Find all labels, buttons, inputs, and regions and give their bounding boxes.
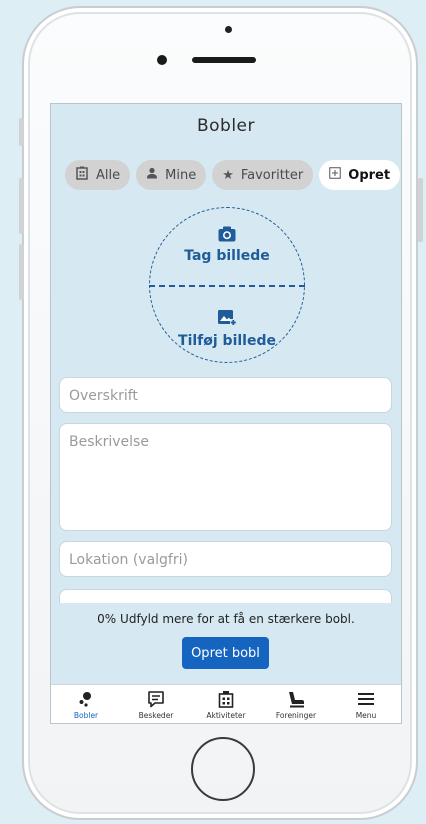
nav-label: Beskeder — [138, 711, 174, 720]
filter-tabs: Alle Mine ★ Favoritter Opret — [65, 160, 401, 190]
page-title: Bobler — [196, 116, 256, 136]
location-input[interactable]: Lokation (valgfri) — [59, 541, 392, 577]
nav-beskeder[interactable]: Beskeder — [121, 685, 191, 723]
power-button — [418, 178, 423, 242]
person-icon — [146, 167, 158, 183]
photo-divider — [149, 285, 305, 287]
progress-message: 0% Udfyld mere for at få en stærkere bob… — [51, 612, 401, 626]
take-photo-button[interactable]: Tag billede — [149, 226, 305, 264]
tab-favoritter[interactable]: ★ Favoritter — [212, 160, 314, 190]
front-sensor — [225, 26, 232, 33]
nav-bobler[interactable]: Bobler — [51, 685, 121, 723]
add-photo-label: Tilføj billede — [178, 333, 276, 349]
nav-label: Bobler — [73, 711, 99, 720]
nav-aktiviteter[interactable]: Aktiviteter — [191, 685, 261, 723]
volume-up-button — [19, 178, 24, 234]
progress-value: 0% — [97, 612, 117, 626]
building-icon — [75, 166, 89, 184]
take-photo-label: Tag billede — [184, 248, 270, 264]
bottom-navigation: Bobler Beskeder Aktiviteter Foreninger M… — [51, 684, 401, 723]
add-image-icon — [149, 309, 305, 331]
star-icon: ★ — [222, 167, 234, 183]
mute-switch — [19, 118, 24, 146]
tab-label: Favoritter — [240, 167, 304, 183]
activity-building-icon — [217, 688, 235, 710]
bubbles-icon — [77, 688, 95, 710]
tab-opret[interactable]: Opret — [319, 160, 401, 190]
hamburger-menu-icon — [357, 688, 375, 710]
nav-label: Menu — [355, 711, 377, 720]
nav-menu[interactable]: Menu — [331, 685, 401, 723]
hidden-field-peek[interactable] — [59, 589, 392, 603]
home-button[interactable] — [191, 737, 255, 801]
nav-label: Aktiviteter — [206, 711, 246, 720]
tab-label: Opret — [348, 167, 391, 183]
description-input[interactable]: Beskrivelse — [59, 423, 392, 531]
seat-icon — [286, 688, 306, 710]
tab-mine[interactable]: Mine — [136, 160, 207, 190]
tab-label: Alle — [96, 167, 121, 183]
add-photo-button[interactable]: Tilføj billede — [149, 309, 305, 349]
volume-down-button — [19, 244, 24, 300]
camera-icon — [149, 226, 305, 246]
app-screen: Bobler Alle Mine ★ Favoritter Opret Tag … — [50, 103, 402, 724]
nav-foreninger[interactable]: Foreninger — [261, 685, 331, 723]
front-camera — [157, 55, 167, 65]
tab-label: Mine — [165, 167, 197, 183]
message-icon — [147, 688, 165, 710]
tab-alle[interactable]: Alle — [65, 160, 131, 190]
create-bubble-button[interactable]: Opret bobl — [182, 637, 269, 669]
nav-label: Foreninger — [275, 711, 317, 720]
title-input[interactable]: Overskrift — [59, 377, 392, 413]
progress-hint: Udfyld mere for at få en stærkere bobl. — [120, 612, 355, 626]
earpiece-speaker — [192, 57, 256, 63]
plus-box-icon — [329, 167, 342, 183]
